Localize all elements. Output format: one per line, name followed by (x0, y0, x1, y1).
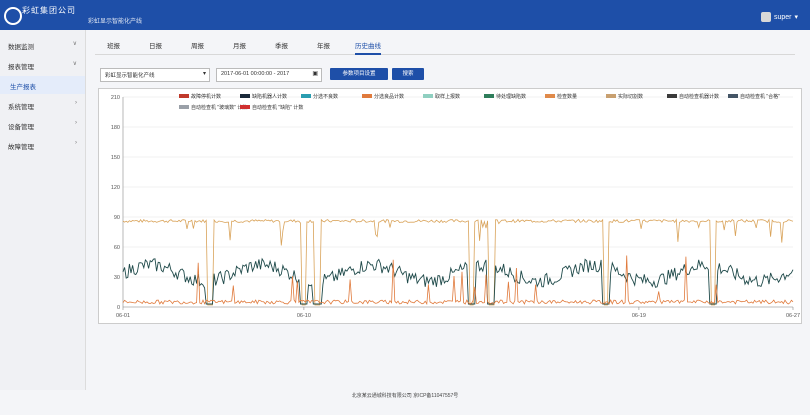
tab-daily[interactable]: 日报 (149, 40, 162, 50)
legend-swatch (301, 94, 311, 98)
calendar-icon: ▣ (312, 71, 318, 77)
y-tick-label: 0 (117, 305, 120, 311)
y-tick-label: 90 (114, 215, 120, 221)
series-line (122, 218, 794, 306)
tab-quarterly[interactable]: 季报 (275, 40, 288, 50)
legend-swatch (606, 94, 616, 98)
tab-yearly[interactable]: 年报 (317, 40, 330, 50)
avatar (760, 12, 771, 22)
x-tick-label: 06-19 (632, 313, 646, 319)
chevron-down-icon: ▾ (794, 14, 798, 21)
legend-swatch (179, 94, 189, 98)
line-select-value: 彩虹显示智能化产线 (105, 73, 155, 79)
legend-swatch (728, 94, 738, 98)
x-tick-label: 06-01 (116, 313, 130, 319)
username: super (773, 13, 792, 21)
legend-label: 自动检查机 "玻璃数" 计数 (191, 104, 247, 111)
sidebar: 数据监测 ∨ 报表管理 ∨ 生产报表 系统管理 › 设备管理 › 故障管理 › (0, 30, 86, 390)
search-button[interactable]: 搜索 (392, 68, 424, 80)
sidebar-item-production-report[interactable]: 生产报表 (0, 76, 85, 94)
chevron-down-icon: ▾ (202, 71, 206, 77)
user-menu[interactable]: super ▾ (760, 12, 798, 22)
sidebar-item-label: 系统管理 (8, 104, 34, 111)
legend-swatch (362, 94, 372, 98)
y-tick-label: 150 (111, 155, 120, 161)
chevron-icon: ∨ (72, 41, 77, 47)
company-title: 彩虹集团公司 (22, 6, 76, 15)
chevron-icon: › (75, 100, 77, 106)
sidebar-item-data-monitor[interactable]: 数据监测 ∨ (0, 36, 85, 54)
legend-label: 取样上报数 (435, 93, 460, 100)
sidebar-item-label: 生产报表 (10, 84, 36, 91)
legend-label: 自动检查机 "缺陷" 计数 (252, 104, 303, 111)
chevron-icon: ∨ (72, 61, 77, 67)
system-title: 彩虹显示智能化产线 (88, 19, 143, 25)
legend-swatch (484, 94, 494, 98)
line-select[interactable]: 彩虹显示智能化产线 ▾ (100, 68, 210, 82)
sidebar-item-fault-management[interactable]: 故障管理 › (0, 136, 85, 154)
y-tick-label: 120 (111, 185, 120, 191)
parameter-settings-button[interactable]: 参数项目设置 (330, 68, 388, 80)
filter-bar: 彩虹显示智能化产线 ▾ 2017-06-01 00:00:00 - 2017 ▣… (100, 68, 500, 82)
date-range-value: 2017-06-01 00:00:00 - 2017 (221, 71, 290, 77)
sidebar-item-label: 数据监测 (8, 44, 34, 51)
screen: 彩虹集团公司 彩虹显示智能化产线 super ▾ 数据监测 ∨ 报表管理 ∨ 生… (0, 0, 810, 415)
sidebar-item-label: 报表管理 (8, 64, 34, 71)
legend-swatch (667, 94, 677, 98)
series-line (122, 255, 794, 306)
history-chart: 0 30 60 90 120 150 180 210 06-01 06-10 06-19 06-27 故… (98, 88, 802, 324)
x-tick-label: 06-10 (297, 313, 311, 319)
report-tabs: 班报 日报 周报 月报 季报 年报 历史曲线 (95, 36, 795, 55)
legend-swatch (179, 105, 189, 109)
tab-history-curve[interactable]: 历史曲线 (355, 40, 381, 55)
footer: 北京某云通城科技有限公司 京ICP备11047557号 (351, 393, 459, 399)
legend-label: 自动检查机 "合格" (740, 93, 780, 100)
sidebar-item-label: 故障管理 (8, 144, 34, 151)
legend-label: 分选不良数 (313, 93, 338, 100)
legend-label: 缺陷机器人计数 (252, 93, 287, 100)
legend-swatch (240, 105, 250, 109)
logo-icon (4, 7, 22, 25)
legend-label: 分选良品计数 (374, 93, 404, 100)
y-tick-label: 180 (111, 125, 120, 131)
legend-label: 自动检查机器计数 (679, 93, 719, 100)
x-tick-label: 06-27 (786, 313, 800, 319)
top-header: 彩虹集团公司 彩虹显示智能化产线 super ▾ (0, 0, 810, 30)
legend-label: 故障停机计数 (191, 93, 221, 100)
y-tick-label: 30 (114, 275, 120, 281)
series-line (122, 257, 794, 305)
legend-swatch (423, 94, 433, 98)
chevron-icon: › (75, 120, 77, 126)
sidebar-item-equipment-management[interactable]: 设备管理 › (0, 116, 85, 134)
legend-label: 检查数量 (557, 93, 577, 100)
sidebar-item-system-management[interactable]: 系统管理 › (0, 96, 85, 114)
sidebar-item-label: 设备管理 (8, 124, 34, 131)
tab-monthly[interactable]: 月报 (233, 40, 246, 50)
legend-label: 待处理缺陷数 (496, 93, 526, 100)
legend-label: 实际切割数 (618, 93, 643, 100)
legend-swatch (545, 94, 555, 98)
legend-swatch (240, 94, 250, 98)
date-range-input[interactable]: 2017-06-01 00:00:00 - 2017 ▣ (216, 68, 322, 82)
tab-weekly[interactable]: 周报 (191, 40, 204, 50)
chevron-icon: › (75, 140, 77, 146)
sidebar-item-report-management[interactable]: 报表管理 ∨ (0, 56, 85, 74)
chart-svg: 0 30 60 90 120 150 180 210 06-01 06-10 06-19 06-27 故… (111, 93, 800, 319)
tab-shift[interactable]: 班报 (107, 40, 120, 50)
y-tick-label: 60 (114, 245, 120, 251)
y-tick-label: 210 (111, 95, 120, 101)
